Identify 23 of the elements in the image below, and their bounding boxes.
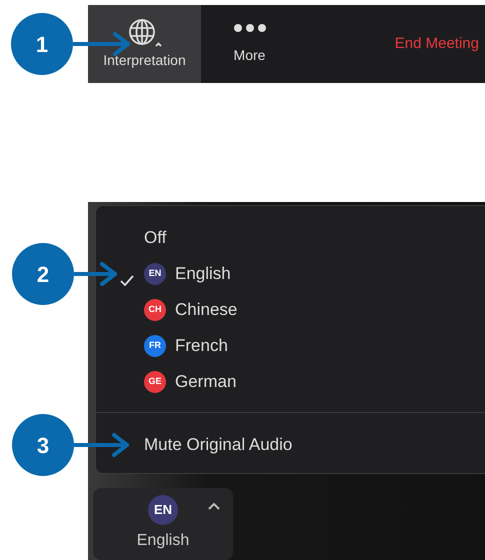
language-option[interactable]: English xyxy=(175,261,231,287)
language-option[interactable]: French xyxy=(175,333,228,359)
more-button[interactable]: More xyxy=(207,5,292,83)
end-meeting-button[interactable]: End Meeting xyxy=(394,32,479,56)
caret-icon xyxy=(208,502,220,510)
language-option[interactable]: German xyxy=(175,369,236,395)
language-option[interactable]: Chinese xyxy=(175,297,238,323)
language-badge: CH xyxy=(144,299,166,321)
arrow-icon xyxy=(74,432,130,458)
globe-icon xyxy=(126,18,162,48)
language-badge: EN xyxy=(144,263,166,285)
interpretation-button[interactable]: Interpretation xyxy=(88,5,201,83)
dots-icon xyxy=(232,22,266,32)
language-button[interactable]: EN English xyxy=(93,488,233,560)
language-option[interactable]: Off xyxy=(144,225,166,251)
language-badge: EN xyxy=(148,495,178,525)
language-badge: GE xyxy=(144,371,166,393)
arrow-icon xyxy=(74,261,118,287)
callout-badge: 2 xyxy=(12,243,74,305)
callout-badge: 1 xyxy=(11,13,73,75)
language-badge: FR xyxy=(144,335,166,357)
mute-original-audio-option[interactable]: Mute Original Audio xyxy=(144,432,292,458)
callout-badge: 3 xyxy=(12,414,74,476)
